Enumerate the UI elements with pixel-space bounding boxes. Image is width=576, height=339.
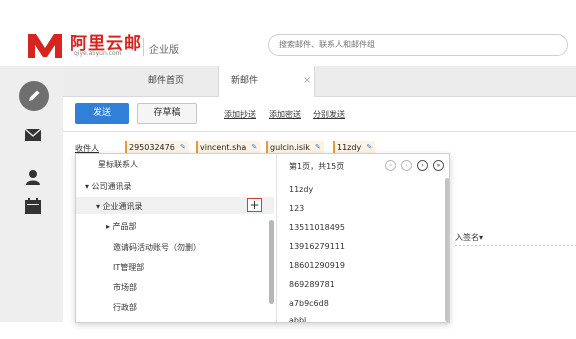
close-icon[interactable]: × [303, 66, 311, 96]
contact-item[interactable]: 18601290919 [289, 261, 345, 270]
pencil-icon [29, 90, 40, 101]
address-book-tree: 星标联系人 ▾ 公司通讯录 ▾ 企业通讯录 + ▸ 产品部 邀请码活动账号（勿删… [76, 154, 276, 322]
prev-page-button[interactable]: ‹ [401, 160, 412, 171]
search-input[interactable] [279, 40, 549, 49]
first-page-button[interactable]: « [385, 160, 396, 171]
brand-url: qiye.aliyun.com [74, 50, 122, 57]
tree-item-product[interactable]: ▸ 产品部 [106, 221, 137, 232]
search-box[interactable] [268, 34, 568, 56]
tree-item-marketing[interactable]: 市场部 [113, 282, 137, 293]
add-group-button[interactable]: + [247, 198, 262, 212]
tree-item-admin[interactable]: 行政部 [113, 302, 137, 313]
divider [63, 131, 576, 132]
contact-item[interactable]: abbl [289, 316, 306, 322]
next-page-button[interactable]: › [417, 160, 428, 171]
calendar-icon[interactable] [24, 197, 42, 215]
contact-picker-panel: 星标联系人 ▾ 公司通讯录 ▾ 企业通讯录 + ▸ 产品部 邀请码活动账号（勿删… [75, 153, 450, 323]
tree-item-enterprise[interactable]: ▾ 企业通讯录 [96, 201, 143, 212]
tab-mail-home[interactable]: 邮件首页 [148, 66, 218, 96]
tree-item-company[interactable]: ▾ 公司通讯录 [85, 181, 132, 192]
divider [455, 245, 576, 246]
tab-new-mail-label: 新邮件 [231, 76, 259, 86]
send-separately-link[interactable]: 分别发送 [313, 109, 345, 120]
tab-new-mail[interactable]: 新邮件 × [218, 66, 315, 97]
aliyun-mail-logo[interactable] [26, 30, 64, 60]
recipient-chip-label: vincent.sha [200, 143, 247, 152]
contact-item[interactable]: 13916279111 [289, 242, 345, 251]
contacts-icon[interactable] [24, 168, 42, 186]
contact-item[interactable]: a7b9c6d8 [289, 299, 329, 308]
add-bcc-link[interactable]: 添加密送 [269, 109, 301, 120]
scrollbar[interactable] [269, 220, 274, 304]
tree-item-starred[interactable]: 星标联系人 [98, 159, 138, 170]
insert-signature-dropdown[interactable]: 入签名▾ [455, 232, 483, 243]
scrollbar[interactable] [445, 178, 449, 322]
recipient-chip-label: 11zdy [337, 143, 362, 152]
tree-item-invite[interactable]: 邀请码活动账号（勿删） [113, 242, 201, 253]
tab-bar: 邮件首页 新邮件 × [63, 66, 576, 97]
contact-item[interactable]: 13511018495 [289, 223, 345, 232]
tree-item-it[interactable]: IT管理部 [113, 262, 144, 273]
recipient-chip-label: gulcin.isik [270, 143, 310, 152]
send-button[interactable]: 发送 [75, 103, 129, 124]
brand-divider [143, 38, 144, 56]
contact-item[interactable]: 123 [289, 204, 304, 213]
pagination-info: 第1页，共15页 [289, 162, 345, 171]
mail-icon[interactable] [24, 128, 42, 142]
recipient-chip-label: 295032476 [129, 143, 175, 152]
contact-item[interactable]: 869289781 [289, 280, 335, 289]
add-cc-link[interactable]: 添加抄送 [224, 109, 256, 120]
contact-item[interactable]: 11zdy [289, 185, 313, 194]
panel-divider [276, 154, 277, 322]
compose-button[interactable] [19, 81, 49, 111]
last-page-button[interactable]: » [433, 160, 444, 171]
save-draft-button[interactable]: 存草稿 [137, 103, 197, 124]
edition-label: 企业版 [149, 45, 179, 56]
